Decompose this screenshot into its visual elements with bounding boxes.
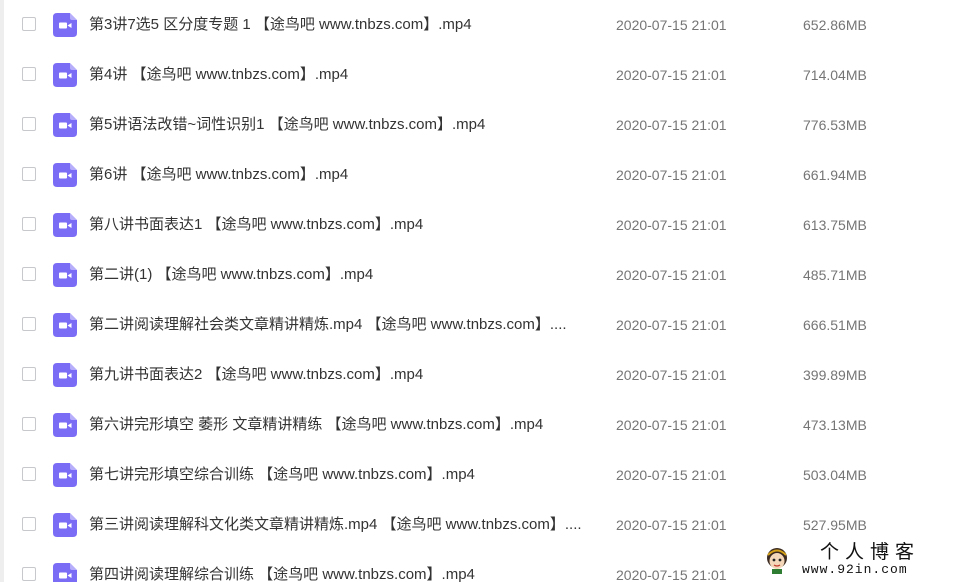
file-size: 473.13MB	[803, 417, 867, 433]
file-date: 2020-07-15 21:01	[616, 17, 727, 33]
video-file-icon	[53, 313, 77, 337]
file-date: 2020-07-15 21:01	[616, 217, 727, 233]
video-file-icon	[53, 463, 77, 487]
file-row[interactable]: 第六讲完形填空 萎形 文章精讲精练 【途鸟吧 www.tnbzs.com】.mp…	[0, 400, 953, 450]
video-file-icon	[53, 413, 77, 437]
row-checkbox[interactable]	[22, 517, 36, 531]
file-date: 2020-07-15 21:01	[616, 67, 727, 83]
file-size: 399.89MB	[803, 367, 867, 383]
file-row[interactable]: 第九讲书面表达2 【途鸟吧 www.tnbzs.com】.mp4 2020-07-…	[0, 350, 953, 400]
row-checkbox[interactable]	[22, 317, 36, 331]
video-file-icon	[53, 63, 77, 87]
file-size: 776.53MB	[803, 117, 867, 133]
file-row[interactable]: 第七讲完形填空综合训练 【途鸟吧 www.tnbzs.com】.mp4 2020-…	[0, 450, 953, 500]
file-row[interactable]: 第二讲(1) 【途鸟吧 www.tnbzs.com】.mp4 2020-07-15…	[0, 250, 953, 300]
row-checkbox[interactable]	[22, 117, 36, 131]
file-name[interactable]: 第4讲 【途鸟吧 www.tnbzs.com】.mp4	[89, 65, 594, 85]
file-row[interactable]: 第5讲语法改错~词性识别1 【途鸟吧 www.tnbzs.com】.mp4 202…	[0, 100, 953, 150]
watermark-title: 个人博客	[820, 541, 921, 563]
file-list-page: 第3讲7选5 区分度专题 1 【途鸟吧 www.tnbzs.com】.mp4 20…	[0, 0, 953, 582]
row-checkbox[interactable]	[22, 367, 36, 381]
video-file-icon	[53, 513, 77, 537]
file-date: 2020-07-15 21:01	[616, 167, 727, 183]
file-size: 503.04MB	[803, 467, 867, 483]
file-date: 2020-07-15 21:01	[616, 317, 727, 333]
file-date: 2020-07-15 21:01	[616, 117, 727, 133]
video-file-icon	[53, 113, 77, 137]
row-checkbox[interactable]	[22, 167, 36, 181]
file-name[interactable]: 第四讲阅读理解综合训练 【途鸟吧 www.tnbzs.com】.mp4	[89, 565, 594, 582]
file-size: 666.51MB	[803, 317, 867, 333]
file-size: 714.04MB	[803, 67, 867, 83]
video-file-icon	[53, 363, 77, 387]
file-row[interactable]: 第4讲 【途鸟吧 www.tnbzs.com】.mp4 2020-07-15 21…	[0, 50, 953, 100]
file-name[interactable]: 第八讲书面表达1 【途鸟吧 www.tnbzs.com】.mp4	[89, 215, 594, 235]
file-size: 485.71MB	[803, 267, 867, 283]
watermark-url: www.92in.com	[802, 562, 908, 577]
file-date: 2020-07-15 21:01	[616, 517, 727, 533]
video-file-icon	[53, 263, 77, 287]
file-size: 613.75MB	[803, 217, 867, 233]
file-name[interactable]: 第三讲阅读理解科文化类文章精讲精炼.mp4 【途鸟吧 www.tnbzs.com…	[89, 515, 594, 535]
file-row[interactable]: 第二讲阅读理解社会类文章精讲精炼.mp4 【途鸟吧 www.tnbzs.com】…	[0, 300, 953, 350]
row-checkbox[interactable]	[22, 567, 36, 581]
file-name[interactable]: 第6讲 【途鸟吧 www.tnbzs.com】.mp4	[89, 165, 594, 185]
file-date: 2020-07-15 21:01	[616, 367, 727, 383]
file-name[interactable]: 第二讲(1) 【途鸟吧 www.tnbzs.com】.mp4	[89, 265, 594, 285]
watermark-avatar-icon	[764, 546, 790, 574]
file-name[interactable]: 第5讲语法改错~词性识别1 【途鸟吧 www.tnbzs.com】.mp4	[89, 115, 594, 135]
row-checkbox[interactable]	[22, 67, 36, 81]
file-size: 652.86MB	[803, 17, 867, 33]
file-date: 2020-07-15 21:01	[616, 467, 727, 483]
file-name[interactable]: 第六讲完形填空 萎形 文章精讲精练 【途鸟吧 www.tnbzs.com】.mp…	[89, 415, 594, 435]
video-file-icon	[53, 13, 77, 37]
row-checkbox[interactable]	[22, 17, 36, 31]
file-date: 2020-07-15 21:01	[616, 567, 727, 582]
file-row[interactable]: 第3讲7选5 区分度专题 1 【途鸟吧 www.tnbzs.com】.mp4 20…	[0, 0, 953, 50]
row-checkbox[interactable]	[22, 267, 36, 281]
file-name[interactable]: 第九讲书面表达2 【途鸟吧 www.tnbzs.com】.mp4	[89, 365, 594, 385]
file-size: 661.94MB	[803, 167, 867, 183]
file-date: 2020-07-15 21:01	[616, 417, 727, 433]
watermark: 个人博客 www.92in.com	[756, 540, 953, 582]
file-row[interactable]: 第6讲 【途鸟吧 www.tnbzs.com】.mp4 2020-07-15 21…	[0, 150, 953, 200]
video-file-icon	[53, 163, 77, 187]
file-name[interactable]: 第3讲7选5 区分度专题 1 【途鸟吧 www.tnbzs.com】.mp4	[89, 15, 594, 35]
file-date: 2020-07-15 21:01	[616, 267, 727, 283]
file-list: 第3讲7选5 区分度专题 1 【途鸟吧 www.tnbzs.com】.mp4 20…	[0, 0, 953, 582]
row-checkbox[interactable]	[22, 217, 36, 231]
video-file-icon	[53, 563, 77, 582]
row-checkbox[interactable]	[22, 417, 36, 431]
row-checkbox[interactable]	[22, 467, 36, 481]
file-size: 527.95MB	[803, 517, 867, 533]
file-name[interactable]: 第二讲阅读理解社会类文章精讲精炼.mp4 【途鸟吧 www.tnbzs.com】…	[89, 315, 594, 335]
file-row[interactable]: 第八讲书面表达1 【途鸟吧 www.tnbzs.com】.mp4 2020-07-…	[0, 200, 953, 250]
file-name[interactable]: 第七讲完形填空综合训练 【途鸟吧 www.tnbzs.com】.mp4	[89, 465, 594, 485]
video-file-icon	[53, 213, 77, 237]
